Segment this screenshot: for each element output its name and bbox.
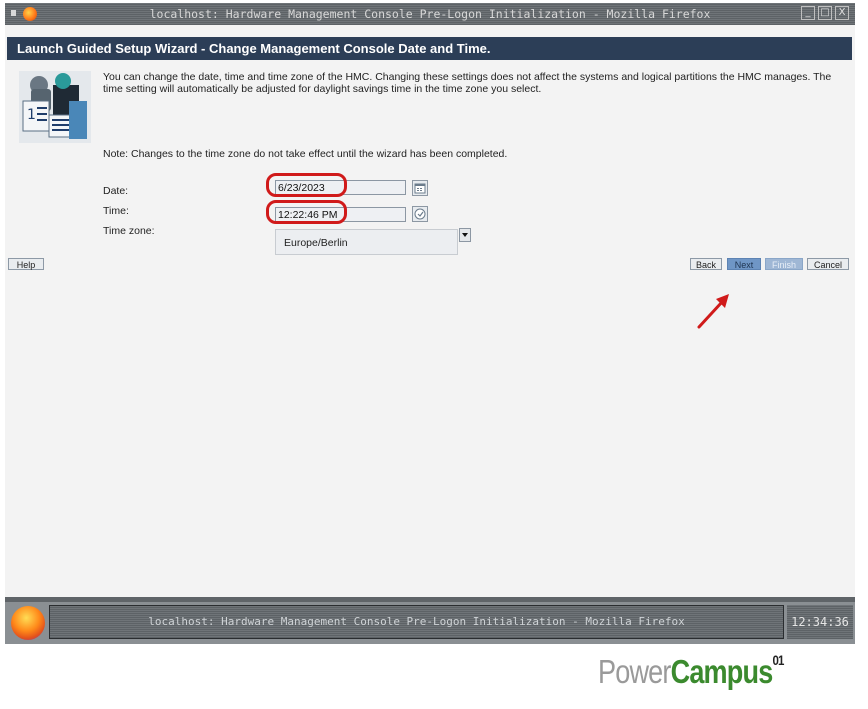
- chevron-down-icon[interactable]: [459, 228, 471, 242]
- powercampus-logo: PowerCampus01: [598, 652, 784, 691]
- timezone-label: Time zone:: [103, 225, 155, 237]
- date-label: Date:: [103, 185, 129, 197]
- wizard-header: Launch Guided Setup Wizard - Change Mana…: [7, 37, 852, 60]
- wizard-illustration-icon: 1: [19, 71, 91, 143]
- firefox-icon: [23, 7, 37, 21]
- firefox-launcher-icon[interactable]: [11, 606, 45, 640]
- annotation-arrow-icon: [695, 291, 735, 331]
- timezone-select[interactable]: Europe/Berlin: [275, 229, 458, 255]
- maximize-button[interactable]: □: [818, 6, 832, 20]
- time-label: Time:: [103, 205, 129, 217]
- taskbar-clock: 12:34:36: [787, 605, 853, 639]
- calendar-icon[interactable]: [412, 180, 428, 196]
- date-annotation-circle: [266, 173, 347, 197]
- taskbar: localhost: Hardware Management Console P…: [5, 602, 855, 644]
- back-button[interactable]: Back: [690, 258, 722, 270]
- wizard-content: Launch Guided Setup Wizard - Change Mana…: [5, 25, 855, 597]
- wizard-note: Note: Changes to the time zone do not ta…: [103, 148, 508, 160]
- taskbar-window-item[interactable]: localhost: Hardware Management Console P…: [49, 605, 784, 639]
- svg-text:1: 1: [27, 107, 36, 123]
- finish-button[interactable]: Finish: [765, 258, 803, 270]
- screen: localhost: Hardware Management Console P…: [5, 3, 855, 644]
- next-button[interactable]: Next: [727, 258, 761, 270]
- logo-sup: 01: [772, 652, 784, 668]
- logo-part1: Power: [598, 653, 671, 690]
- logo-part2: Campus: [670, 653, 774, 690]
- window-title: localhost: Hardware Management Console P…: [149, 7, 711, 21]
- clock-icon[interactable]: [412, 206, 428, 222]
- wizard-description: You can change the date, time and time z…: [103, 71, 832, 95]
- close-button[interactable]: X: [835, 6, 849, 20]
- minimize-button[interactable]: _: [801, 6, 815, 20]
- window-controls: _ □ X: [801, 6, 849, 20]
- cancel-button[interactable]: Cancel: [807, 258, 849, 270]
- time-annotation-circle: [266, 200, 347, 224]
- help-button[interactable]: Help: [8, 258, 44, 270]
- window-menu-icon[interactable]: [11, 10, 16, 16]
- window-titlebar[interactable]: localhost: Hardware Management Console P…: [5, 3, 855, 25]
